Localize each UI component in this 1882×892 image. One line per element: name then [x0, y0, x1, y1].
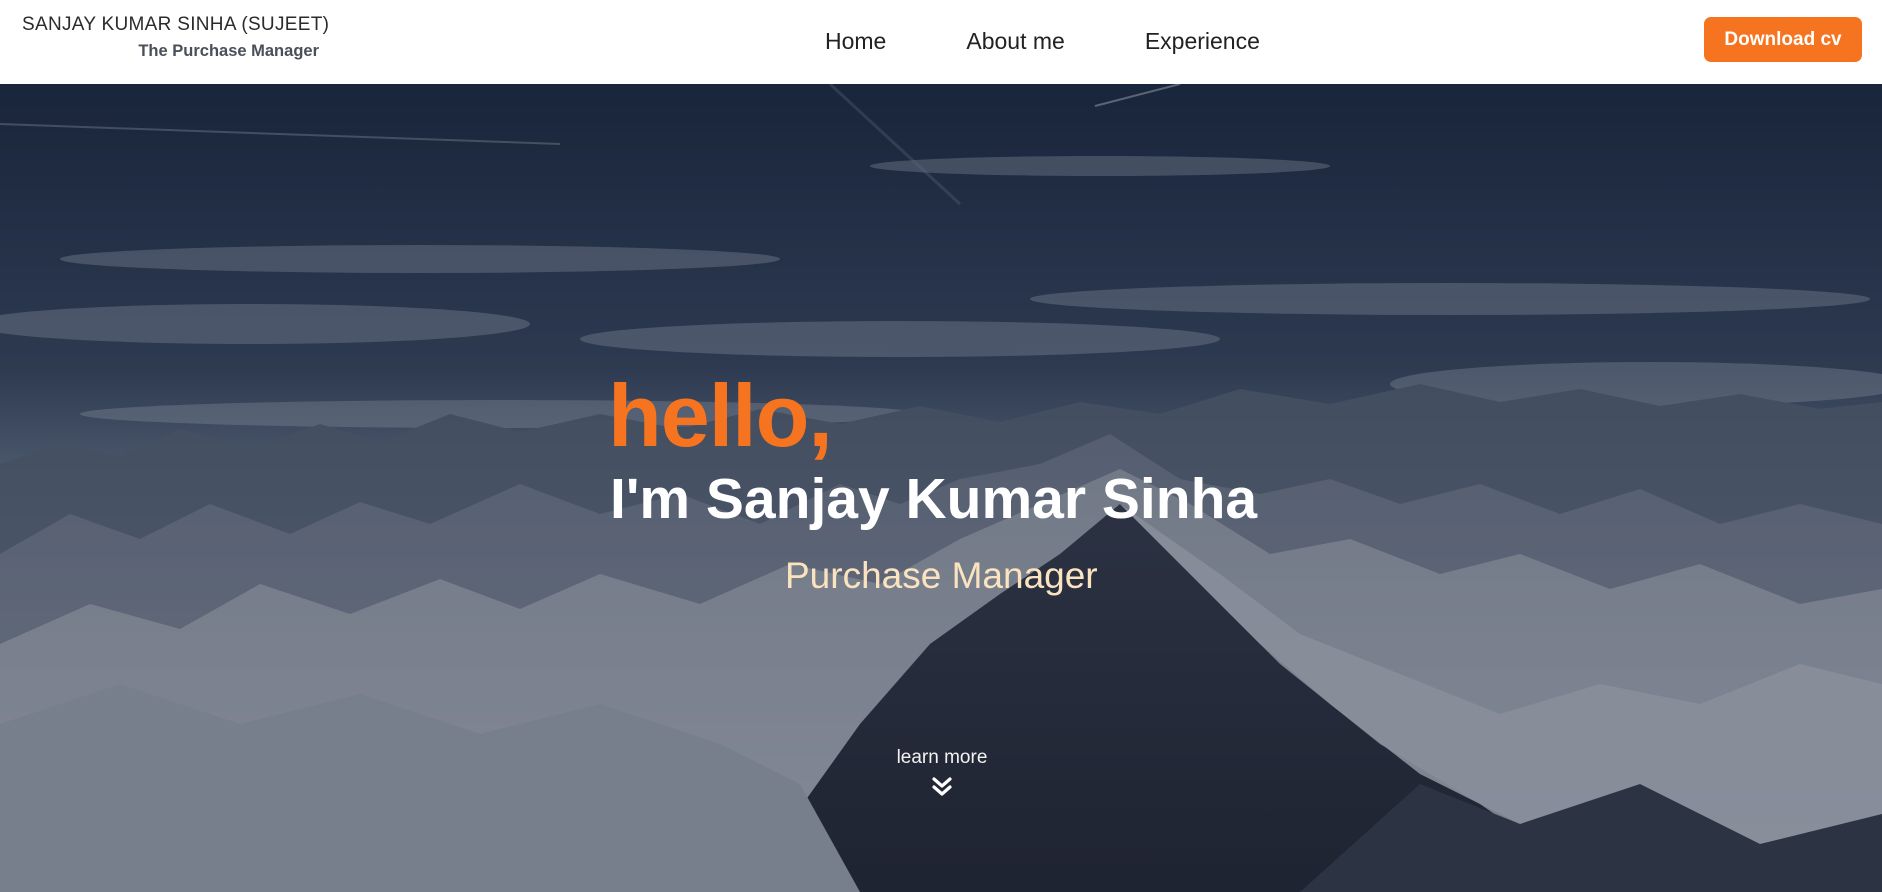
hero-role: Purchase Manager: [785, 555, 1098, 596]
download-cv-button[interactable]: Download cv: [1704, 17, 1862, 62]
nav-experience[interactable]: Experience: [1145, 28, 1260, 55]
double-chevron-down-icon: [932, 777, 952, 796]
brand-name: SANJAY KUMAR SINHA (SUJEET): [22, 14, 330, 35]
nav-home[interactable]: Home: [825, 28, 886, 55]
top-navbar: SANJAY KUMAR SINHA (SUJEET) The Purchase…: [0, 0, 1882, 84]
hero-headline: I'm Sanjay Kumar Sinha: [610, 467, 1258, 531]
main-nav: Home About me Experience: [825, 28, 1260, 55]
learn-more-label: learn more: [896, 747, 988, 768]
hero-greeting: hello,: [608, 366, 833, 465]
hero-section: hello, I'm Sanjay Kumar Sinha Purchase M…: [0, 84, 1882, 892]
learn-more-link[interactable]: learn more: [882, 747, 1002, 799]
brand[interactable]: SANJAY KUMAR SINHA (SUJEET) The Purchase…: [22, 14, 330, 61]
brand-subtitle: The Purchase Manager: [138, 42, 319, 60]
nav-about-me[interactable]: About me: [966, 28, 1064, 55]
